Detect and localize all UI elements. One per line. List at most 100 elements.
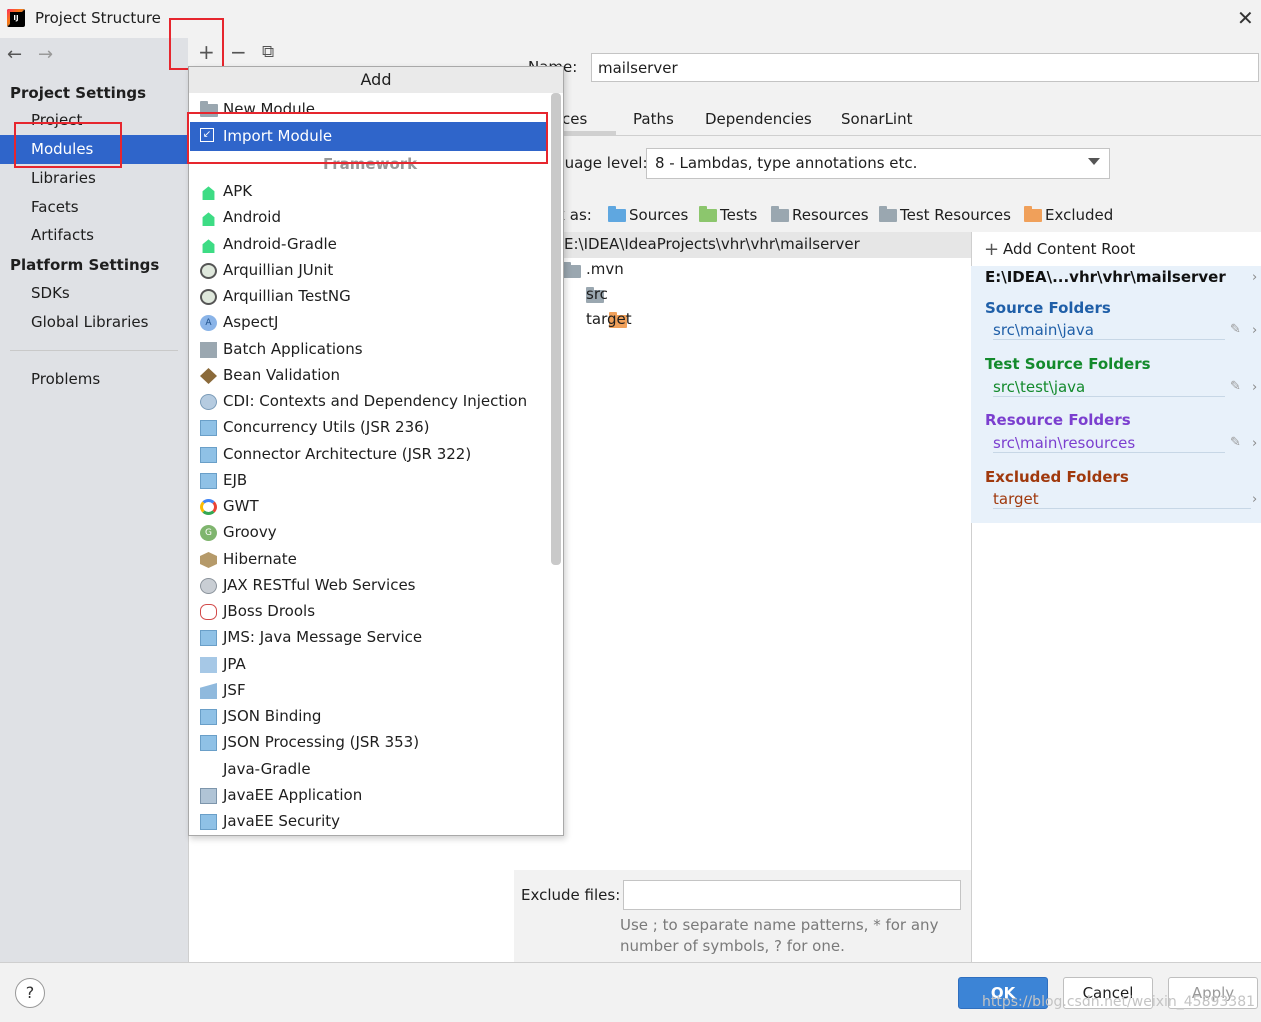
hibernate-icon <box>200 552 217 568</box>
menu-item-framework[interactable]: JMS: Java Message Service <box>223 628 422 646</box>
tree-item-target[interactable]: target <box>586 310 632 328</box>
excluded-folders-heading: Excluded Folders <box>985 468 1129 486</box>
tree-item-src[interactable]: src <box>586 285 608 303</box>
google-icon <box>200 499 217 515</box>
exclude-files-input[interactable] <box>623 880 961 910</box>
menu-item-framework[interactable]: JSF <box>223 681 246 699</box>
mark-test-resources-button[interactable]: Test Resources <box>879 205 1011 224</box>
cdi-icon <box>200 394 217 410</box>
chevron-right-icon[interactable]: › <box>1252 492 1257 507</box>
menu-item-framework[interactable]: JAX RESTful Web Services <box>223 576 416 594</box>
menu-item-framework[interactable]: JBoss Drools <box>223 602 315 620</box>
tab-paths[interactable]: Paths <box>633 110 674 128</box>
chevron-right-icon[interactable]: › <box>1252 380 1257 395</box>
mark-sources-label: Sources <box>629 206 689 224</box>
android-icon <box>202 239 215 253</box>
test-source-folder-entry[interactable]: src\test\java <box>993 378 1085 396</box>
menu-item-framework[interactable]: Arquillian TestNG <box>223 287 351 305</box>
resource-folders-heading: Resource Folders <box>985 411 1131 429</box>
javaee-icon <box>200 709 217 725</box>
android-icon <box>202 186 215 200</box>
javaee-icon <box>200 420 217 436</box>
menu-item-framework[interactable]: Android <box>223 208 281 226</box>
annotation-box-add <box>169 18 224 70</box>
resource-folder-entry[interactable]: src\main\resources <box>993 434 1135 452</box>
sidebar-divider <box>10 350 178 351</box>
entry-underline <box>993 396 1225 397</box>
mark-test-resources-label: Test Resources <box>900 206 1011 224</box>
mark-excluded-label: Excluded <box>1045 206 1114 224</box>
menu-item-framework[interactable]: Hibernate <box>223 550 297 568</box>
chevron-down-icon[interactable] <box>1088 158 1100 165</box>
menu-item-framework[interactable]: JSON Binding <box>223 707 321 725</box>
menu-item-framework[interactable]: Batch Applications <box>223 340 363 358</box>
excluded-folder-entry[interactable]: target <box>993 490 1039 508</box>
help-button[interactable]: ? <box>15 978 45 1008</box>
sidebar-item-global-libraries[interactable]: Global Libraries <box>31 313 148 331</box>
watermark: https://blog.csdn.net/weixin_45893381 <box>982 994 1256 1010</box>
menu-item-framework[interactable]: Groovy <box>223 523 277 541</box>
plus-icon: + <box>984 239 1000 260</box>
javaee-icon <box>200 473 217 489</box>
chevron-right-icon[interactable]: › <box>1252 436 1257 451</box>
menu-item-framework[interactable]: Concurrency Utils (JSR 236) <box>223 418 430 436</box>
menu-item-framework[interactable]: JPA <box>223 655 246 673</box>
menu-item-framework[interactable]: EJB <box>223 471 247 489</box>
edit-pencil-icon[interactable]: ✎ <box>1230 379 1241 394</box>
menu-item-framework[interactable]: CDI: Contexts and Dependency Injection <box>223 392 527 410</box>
copy-icon[interactable]: ⧉ <box>262 42 274 62</box>
back-arrow-icon[interactable]: ← <box>7 44 22 65</box>
add-popup-menu: Add New Module ↙ Import Module Framework… <box>188 66 564 836</box>
mark-tests-button[interactable]: Tests <box>699 205 758 224</box>
tests-folder-icon <box>699 205 717 222</box>
sidebar-item-facets[interactable]: Facets <box>31 198 79 216</box>
batch-icon <box>200 342 217 358</box>
mark-sources-button[interactable]: Sources <box>608 205 689 224</box>
menu-item-framework[interactable]: Java-Gradle <box>223 760 311 778</box>
arquillian-icon <box>200 263 217 279</box>
tabs-divider <box>514 135 1261 136</box>
javaee-icon <box>200 814 217 830</box>
javaee-icon <box>200 735 217 751</box>
menu-item-framework[interactable]: APK <box>223 182 252 200</box>
forward-arrow-icon[interactable]: → <box>38 44 53 65</box>
mark-excluded-button[interactable]: Excluded <box>1024 205 1114 224</box>
folder-icon <box>563 262 581 278</box>
sidebar-item-artifacts[interactable]: Artifacts <box>31 226 94 244</box>
menu-item-framework[interactable]: Android-Gradle <box>223 235 337 253</box>
project-settings-heading: Project Settings <box>10 84 147 102</box>
annotation-box-modules <box>14 122 122 168</box>
close-icon[interactable]: ✕ <box>1237 8 1254 28</box>
tab-dependencies[interactable]: Dependencies <box>705 110 812 128</box>
chevron-right-icon[interactable]: › <box>1252 323 1257 338</box>
menu-item-framework[interactable]: GWT <box>223 497 259 515</box>
javaee-app-icon <box>200 788 217 804</box>
module-name-input[interactable]: mailserver <box>591 53 1259 82</box>
chevron-right-icon[interactable]: › <box>1252 270 1257 285</box>
mark-resources-button[interactable]: Resources <box>771 205 869 224</box>
source-folder-entry[interactable]: src\main\java <box>993 321 1094 339</box>
edit-pencil-icon[interactable]: ✎ <box>1230 322 1241 337</box>
tree-root-path[interactable]: E:\IDEA\IdeaProjects\vhr\vhr\mailserver <box>564 235 860 253</box>
groovy-icon: G <box>200 525 217 541</box>
sidebar-item-sdks[interactable]: SDKs <box>31 284 70 302</box>
menu-item-framework[interactable]: AspectJ <box>223 313 278 331</box>
test-resources-folder-icon <box>879 205 897 222</box>
menu-item-framework[interactable]: Arquillian JUnit <box>223 261 333 279</box>
sidebar-item-libraries[interactable]: Libraries <box>31 169 96 187</box>
language-level-select[interactable]: 8 - Lambdas, type annotations etc. <box>646 148 1110 179</box>
add-content-root-button[interactable]: Add Content Root <box>1003 240 1135 258</box>
menu-item-framework[interactable]: JavaEE Security <box>223 812 340 830</box>
menu-item-framework[interactable]: JSON Processing (JSR 353) <box>223 733 419 751</box>
menu-item-framework[interactable]: JavaEE Application <box>223 786 362 804</box>
remove-icon[interactable]: − <box>230 40 247 64</box>
menu-item-framework[interactable]: Bean Validation <box>223 366 340 384</box>
tab-sonarlint[interactable]: SonarLint <box>841 110 912 128</box>
scrollbar-thumb[interactable] <box>551 93 561 565</box>
globe-icon <box>200 578 217 594</box>
menu-item-framework[interactable]: Connector Architecture (JSR 322) <box>223 445 471 463</box>
tree-item-mvn[interactable]: .mvn <box>586 260 624 278</box>
sidebar-item-problems[interactable]: Problems <box>31 370 100 388</box>
mark-tests-label: Tests <box>720 206 758 224</box>
edit-pencil-icon[interactable]: ✎ <box>1230 435 1241 450</box>
